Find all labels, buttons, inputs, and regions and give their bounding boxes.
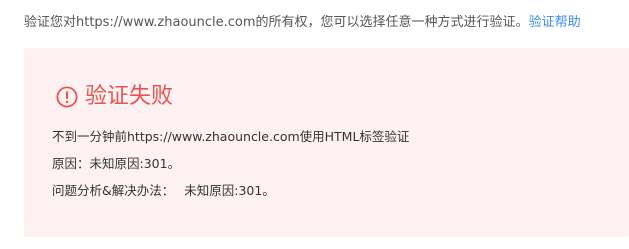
solution-value: 未知原因:301。 xyxy=(184,183,275,198)
verification-failed-panel: 验证失败 不到一分钟前https://www.zhaouncle.com使用HT… xyxy=(24,48,629,237)
verification-page: 验证您对https://www.zhaouncle.com的所有权，您可以选择任… xyxy=(0,0,629,249)
intro-text: 验证您对https://www.zhaouncle.com的所有权，您可以选择任… xyxy=(24,15,529,30)
reason-label: 原因： xyxy=(52,156,90,171)
reason-value: 未知原因:301。 xyxy=(89,156,181,171)
verification-help-link[interactable]: 验证帮助 xyxy=(529,15,581,30)
reason-row: 原因：未知原因:301。 xyxy=(52,154,180,174)
result-heading: 验证失败 xyxy=(56,82,173,112)
verification-time-line: 不到一分钟前https://www.zhaouncle.com使用HTML标签验… xyxy=(52,129,410,144)
solution-label: 问题分析&解决办法： xyxy=(52,183,175,198)
result-title: 验证失败 xyxy=(85,84,174,109)
solution-row: 问题分析&解决办法： 未知原因:301。 xyxy=(52,181,275,201)
verification-intro: 验证您对https://www.zhaouncle.com的所有权，您可以选择任… xyxy=(24,12,581,34)
exclamation-circle-icon xyxy=(56,86,78,108)
